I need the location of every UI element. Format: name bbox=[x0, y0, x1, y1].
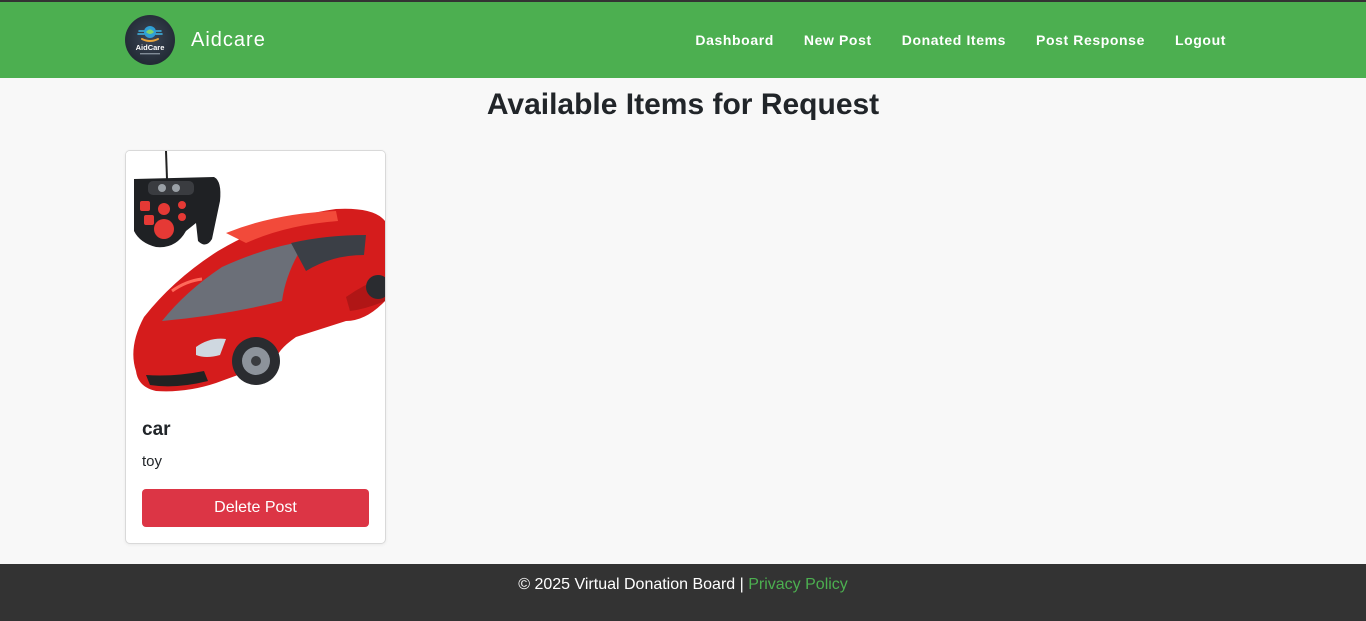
nav-new-post-link[interactable]: New Post bbox=[804, 32, 872, 48]
brand-name[interactable]: Aidcare bbox=[191, 29, 266, 52]
nav-dashboard-link[interactable]: Dashboard bbox=[695, 32, 774, 48]
privacy-policy-link[interactable]: Privacy Policy bbox=[748, 576, 848, 593]
remote-control-icon bbox=[134, 151, 221, 248]
aidcare-logo-icon: AidCare bbox=[125, 15, 175, 65]
nav-post-response-link[interactable]: Post Response bbox=[1036, 32, 1145, 48]
footer: © 2025 Virtual Donation Board | Privacy … bbox=[0, 564, 1366, 621]
nav-menu: Dashboard New Post Donated Items Post Re… bbox=[665, 32, 1226, 48]
item-card: car toy Delete Post bbox=[125, 150, 386, 544]
logo-text: AidCare bbox=[136, 43, 165, 52]
nav-donated-items-link[interactable]: Donated Items bbox=[902, 32, 1006, 48]
nav-logout-link[interactable]: Logout bbox=[1175, 32, 1226, 48]
footer-copyright: © 2025 Virtual Donation Board | bbox=[518, 576, 749, 593]
navbar: AidCare Aidcare Dashboard New Post Donat… bbox=[0, 2, 1366, 78]
page-title: Available Items for Request bbox=[486, 88, 880, 121]
item-image bbox=[126, 151, 385, 399]
item-name: car bbox=[142, 419, 171, 440]
item-category: toy bbox=[142, 453, 163, 470]
delete-post-button[interactable]: Delete Post bbox=[142, 489, 369, 527]
brand-link[interactable]: AidCare Aidcare bbox=[125, 15, 266, 65]
